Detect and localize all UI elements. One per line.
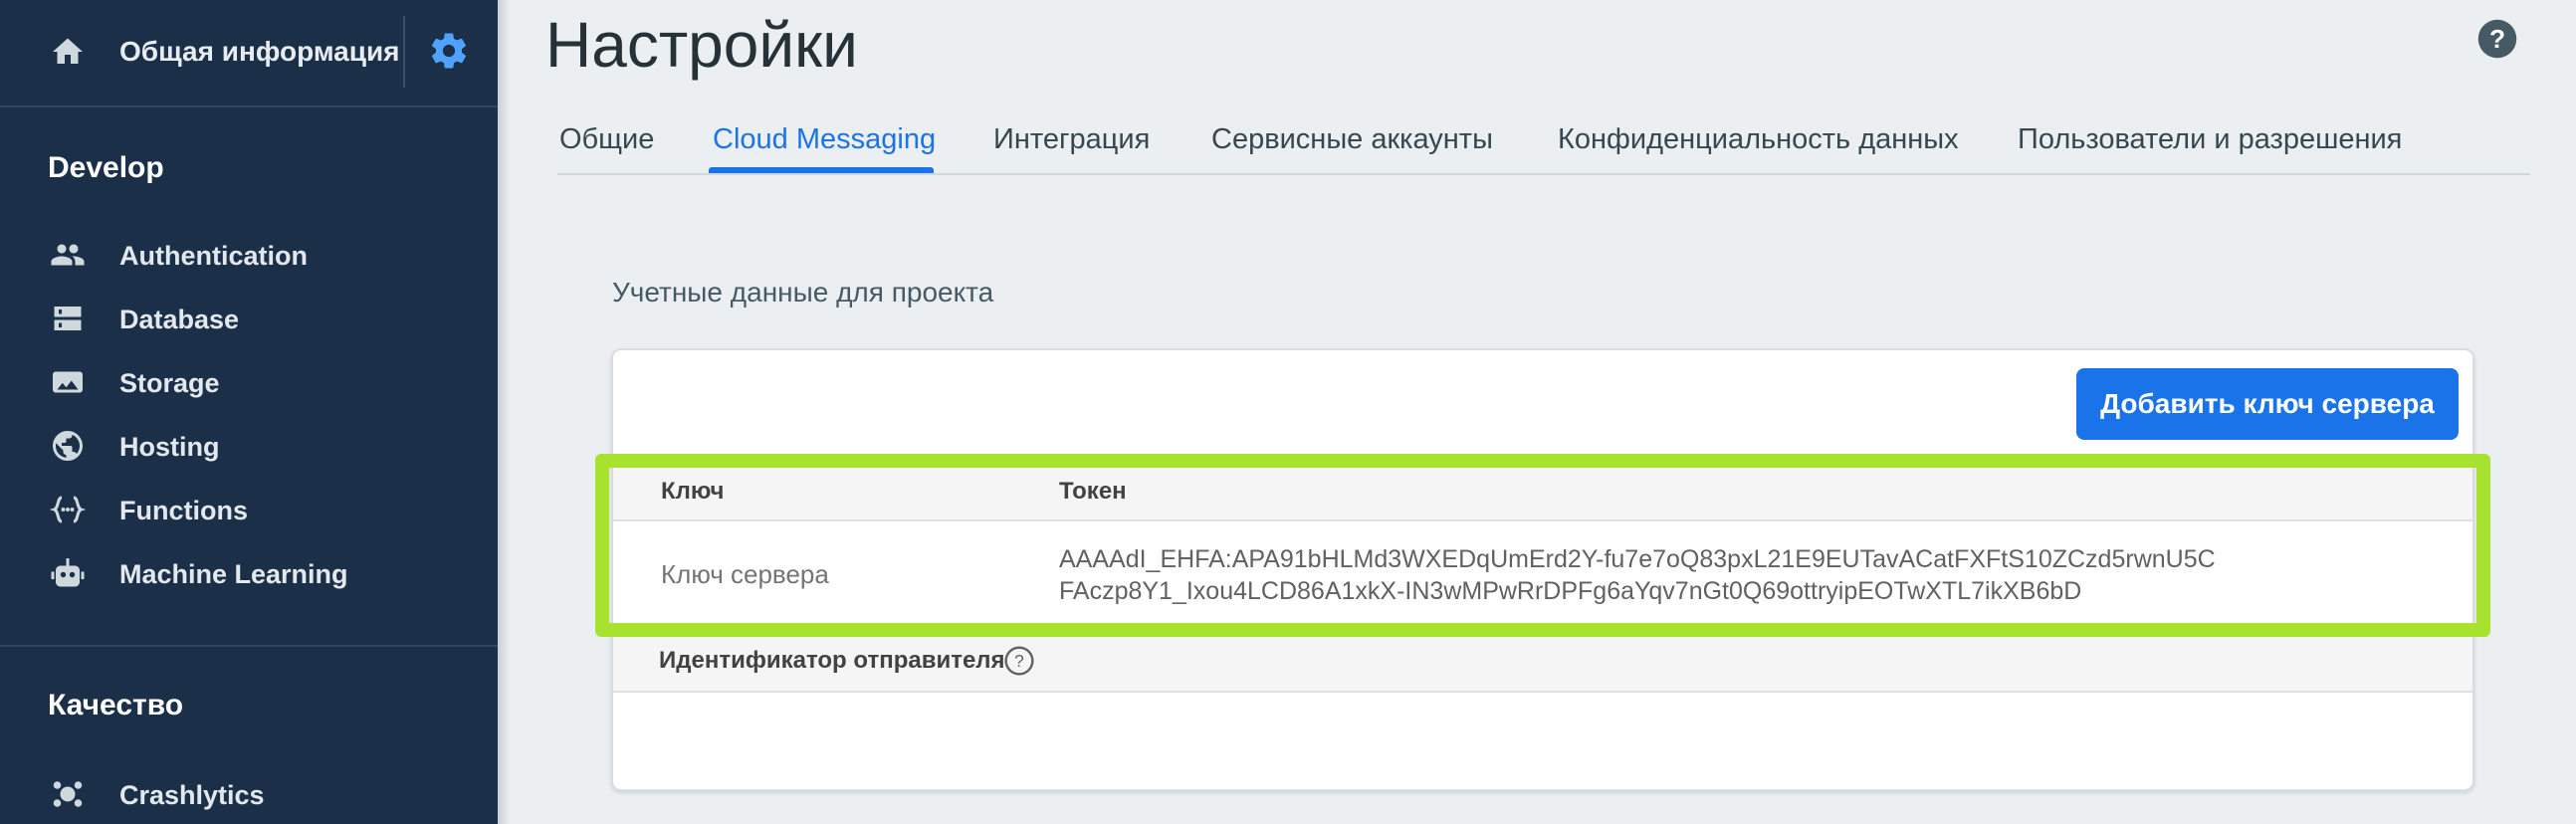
sidebar-item-crashlytics[interactable]: Crashlytics bbox=[0, 766, 498, 822]
project-name[interactable]: Общая информация о проекте bbox=[119, 36, 408, 68]
sidebar-item-label: Crashlytics bbox=[119, 780, 265, 810]
sidebar-item-label: Functions bbox=[119, 496, 248, 525]
sidebar-item-label: Machine Learning bbox=[119, 559, 348, 589]
image-icon bbox=[53, 371, 83, 393]
add-server-key-button[interactable]: Добавить ключ сервера bbox=[2076, 368, 2459, 440]
section-develop-title: Develop bbox=[48, 151, 164, 184]
svg-text:?: ? bbox=[2489, 24, 2505, 54]
svg-text:?: ? bbox=[1014, 651, 1024, 671]
robot-icon bbox=[51, 558, 85, 587]
sidebar-item-label: Database bbox=[119, 305, 240, 334]
sidebar-divider bbox=[0, 105, 498, 107]
help-circle-icon[interactable]: ? bbox=[1003, 645, 1035, 677]
sidebar-item-database[interactable]: Database bbox=[0, 291, 498, 346]
header-divider bbox=[403, 16, 405, 88]
help-icon[interactable]: ? bbox=[2476, 18, 2518, 60]
gear-icon[interactable] bbox=[428, 30, 470, 72]
project-header: Общая информация о проекте bbox=[0, 0, 498, 105]
active-tab-indicator bbox=[709, 167, 934, 173]
page-title: Настройки bbox=[545, 9, 858, 81]
sidebar-item-hosting[interactable]: Hosting bbox=[0, 418, 498, 474]
sender-id-label: Идентификатор отправителя bbox=[659, 647, 1005, 674]
sidebar-item-functions[interactable]: Functions bbox=[0, 482, 498, 537]
database-icon bbox=[54, 307, 82, 330]
section-quality-title: Качество bbox=[48, 689, 184, 721]
sidebar-item-label: Hosting bbox=[119, 432, 220, 462]
sidebar-item-label: Authentication bbox=[119, 241, 308, 271]
tab-users-permissions[interactable]: Пользователи и разрешения bbox=[2018, 123, 2402, 156]
home-icon[interactable] bbox=[48, 34, 88, 70]
sidebar-item-storage[interactable]: Storage bbox=[0, 354, 498, 410]
functions-icon bbox=[49, 496, 87, 523]
tab-data-privacy[interactable]: Конфиденциальность данных bbox=[1558, 123, 1959, 156]
sidebar-item-machine-learning[interactable]: Machine Learning bbox=[0, 545, 498, 601]
credentials-heading: Учетные данные для проекта bbox=[612, 277, 994, 308]
highlight-box bbox=[595, 454, 2490, 637]
tab-integration[interactable]: Интеграция bbox=[993, 123, 1150, 156]
people-icon bbox=[51, 244, 85, 266]
crashlytics-icon bbox=[53, 781, 83, 807]
sidebar-item-authentication[interactable]: Authentication bbox=[0, 227, 498, 283]
sidebar-edge-shadow bbox=[498, 0, 510, 824]
sidebar-item-label: Storage bbox=[119, 368, 220, 398]
tab-general[interactable]: Общие bbox=[559, 123, 654, 156]
sidebar: Общая информация о проекте Develop Authe… bbox=[0, 0, 498, 824]
globe-icon bbox=[53, 431, 83, 461]
sidebar-divider bbox=[0, 645, 498, 647]
tab-cloud-messaging[interactable]: Cloud Messaging bbox=[713, 123, 936, 156]
tab-service-accounts[interactable]: Сервисные аккаунты bbox=[1211, 123, 1493, 156]
